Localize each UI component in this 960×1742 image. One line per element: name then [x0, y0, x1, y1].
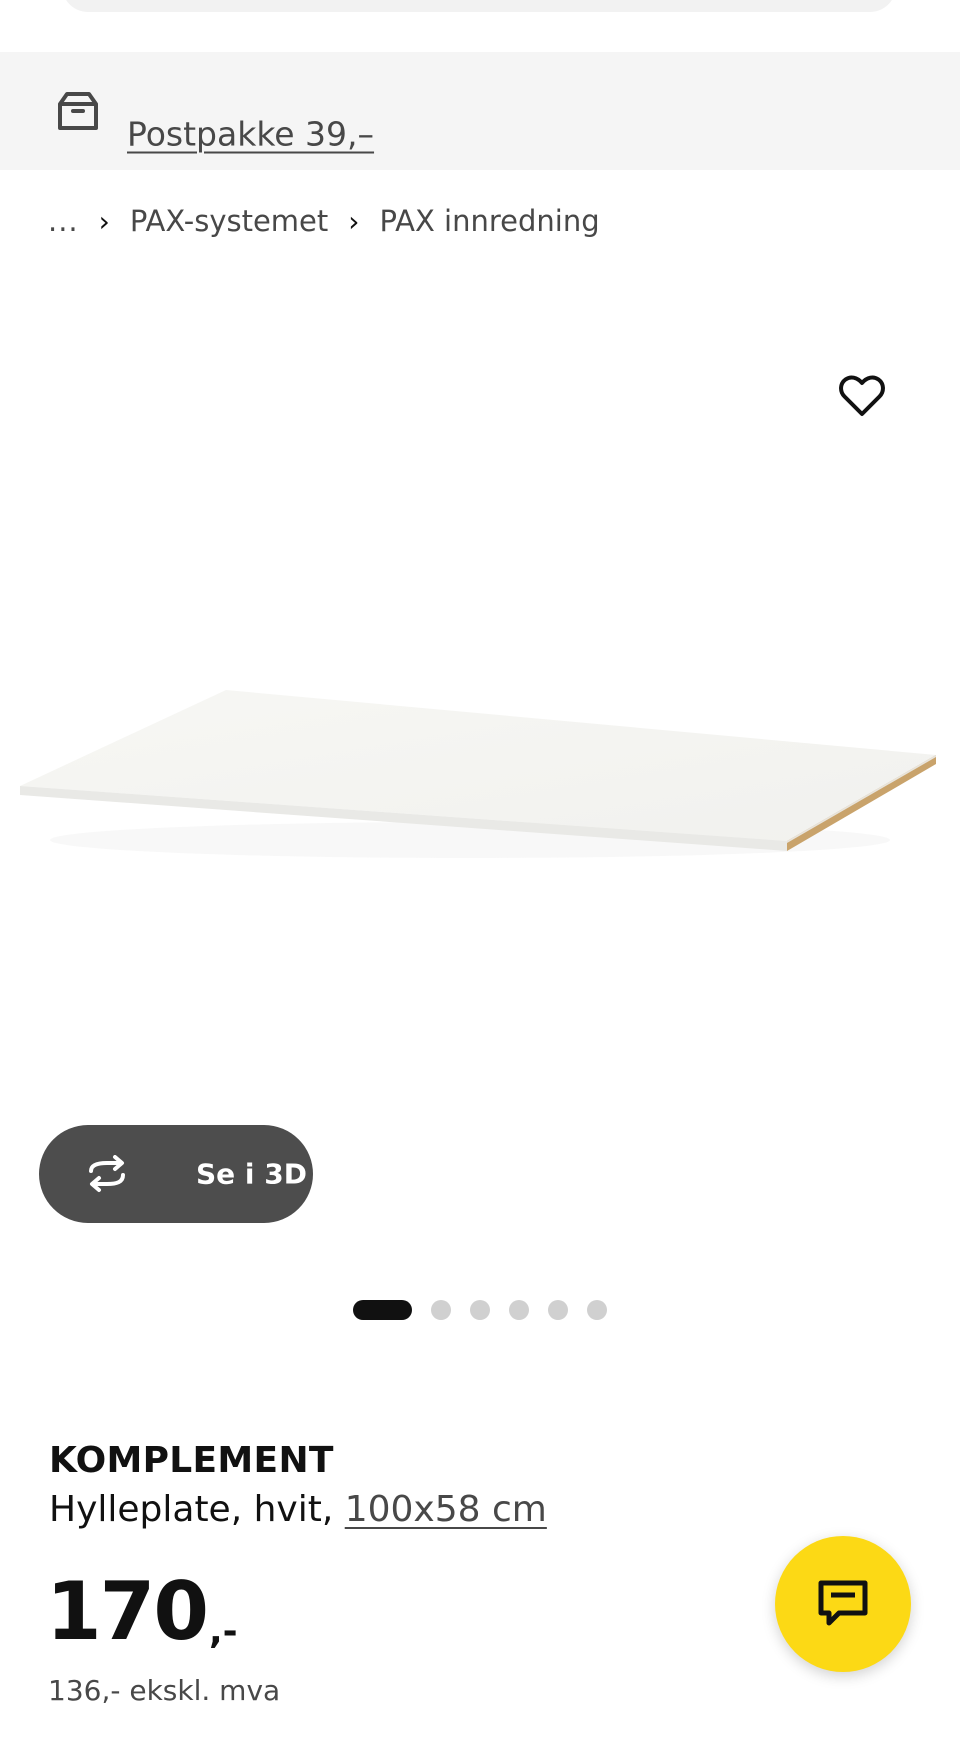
- carousel-dot[interactable]: [431, 1300, 451, 1320]
- product-image-shelf: [20, 690, 936, 858]
- product-price: 170 ,-: [46, 1572, 238, 1652]
- product-description-text: Hylleplate, hvit,: [49, 1489, 345, 1530]
- carousel-dot[interactable]: [548, 1300, 568, 1320]
- package-box-icon: [58, 92, 98, 130]
- product-page: Postpakke 39,– ... › PAX-systemet › PAX …: [0, 0, 960, 1742]
- product-size-link[interactable]: 100x58 cm: [345, 1489, 547, 1530]
- breadcrumb-item-pax-innredning[interactable]: PAX innredning: [379, 204, 599, 238]
- heart-icon[interactable]: [838, 374, 886, 418]
- breadcrumb: ... › PAX-systemet › PAX innredning: [48, 200, 600, 242]
- breadcrumb-item-pax-systemet[interactable]: PAX-systemet: [130, 204, 328, 238]
- price-amount: 170: [46, 1565, 209, 1658]
- chat-button[interactable]: [775, 1536, 911, 1672]
- view-in-3d-button[interactable]: Se i 3D: [39, 1125, 313, 1223]
- product-name: KOMPLEMENT: [49, 1440, 334, 1481]
- shipping-banner: Postpakke 39,–: [0, 52, 960, 170]
- search-bar[interactable]: [62, 0, 896, 12]
- breadcrumb-ellipsis[interactable]: ...: [48, 204, 79, 238]
- carousel-indicator: [353, 1300, 626, 1320]
- carousel-dot[interactable]: [470, 1300, 490, 1320]
- price-suffix: ,-: [209, 1611, 238, 1652]
- breadcrumb-separator-icon: ›: [348, 204, 360, 238]
- product-description: Hylleplate, hvit, 100x58 cm: [49, 1489, 547, 1530]
- carousel-dot[interactable]: [509, 1300, 529, 1320]
- chat-bubble-icon: [818, 1580, 868, 1626]
- view-in-3d-label: Se i 3D: [196, 1157, 307, 1191]
- carousel-dot-active[interactable]: [353, 1300, 412, 1320]
- shipping-link[interactable]: Postpakke 39,–: [127, 115, 374, 154]
- price-excl-vat: 136,- ekskl. mva: [48, 1674, 281, 1707]
- breadcrumb-separator-icon: ›: [98, 204, 110, 238]
- rotate-3d-icon: [89, 1155, 125, 1192]
- carousel-dot[interactable]: [587, 1300, 607, 1320]
